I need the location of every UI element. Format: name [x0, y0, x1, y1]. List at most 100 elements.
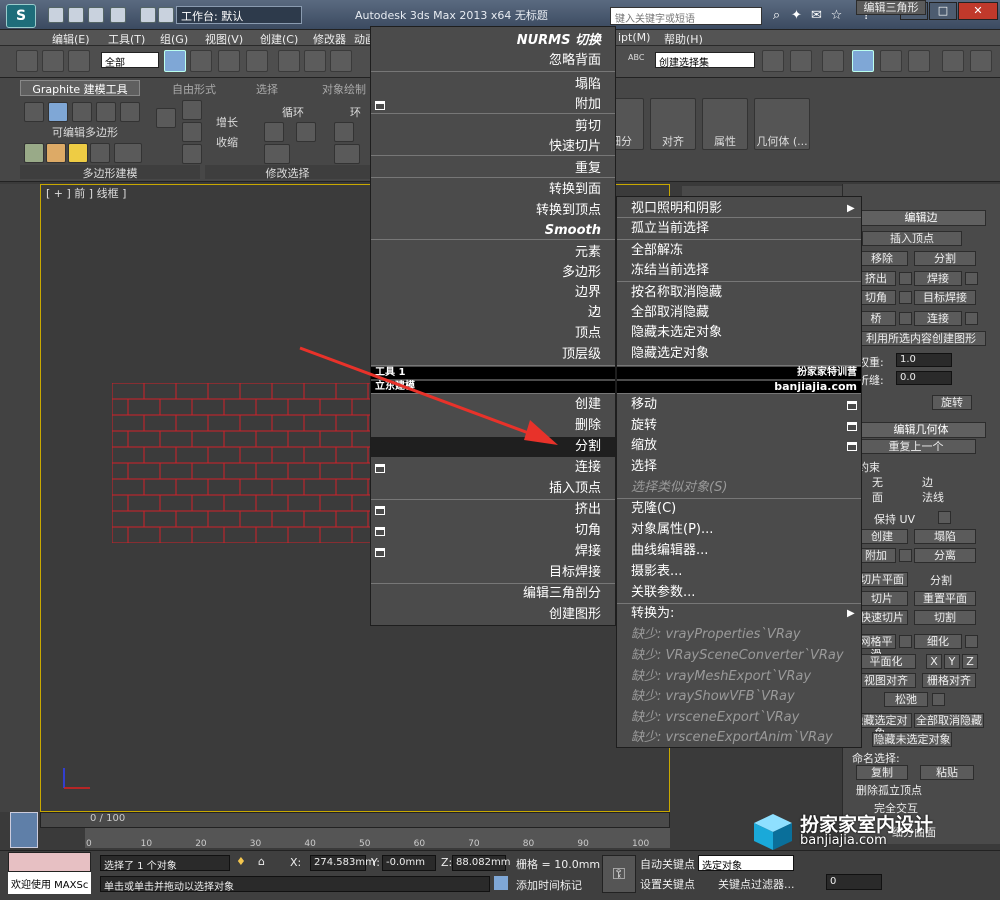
ribbon-small-icon[interactable] — [182, 100, 202, 120]
weight-input[interactable]: 1.0 — [896, 353, 952, 367]
weld-button[interactable]: 焊接 — [914, 271, 962, 286]
preserve-uv-settings-icon[interactable] — [938, 511, 951, 524]
quad-viewport-lighting[interactable]: 视口照明和阴影 — [617, 199, 861, 219]
stack-up-icon[interactable] — [24, 102, 44, 122]
save-icon[interactable] — [88, 7, 104, 23]
schematic-view-icon[interactable] — [908, 50, 930, 72]
unhide-all-button[interactable]: 全部取消隐藏 — [914, 713, 984, 728]
quad-quickslice-item[interactable]: 快速切片 — [371, 137, 615, 157]
menu-tools[interactable]: 工具(T) — [108, 31, 145, 47]
binoculars-icon[interactable]: ⌕ — [768, 7, 785, 24]
quad-scale-item[interactable]: 缩放 — [617, 436, 861, 456]
quad-missing-vrayshowvfb[interactable]: 缺少: vrayShowVFB`VRay — [617, 687, 861, 707]
edit-edges-rollout[interactable]: 编辑边 — [856, 210, 986, 226]
quad-rotate-item[interactable]: 旋转 — [617, 416, 861, 436]
lock-selection-icon[interactable]: ⌂ — [258, 855, 265, 868]
polygon-level-icon[interactable] — [90, 143, 110, 163]
quad-smooth-item[interactable]: Smooth — [371, 221, 615, 241]
render-setup-icon[interactable] — [970, 50, 992, 72]
material-editor-icon[interactable] — [942, 50, 964, 72]
quad-create-shape-item[interactable]: 创建图形 — [371, 605, 615, 625]
align-button[interactable]: 对齐 — [650, 98, 696, 150]
split-checkbox[interactable]: 分割 — [930, 572, 952, 588]
scale-icon[interactable] — [330, 50, 352, 72]
add-loop-icon[interactable] — [264, 122, 284, 142]
subscription-icon[interactable]: ✦ — [788, 7, 805, 24]
chamfer-button[interactable]: 切角 — [856, 290, 896, 305]
quad-edge-level[interactable]: 边 — [371, 303, 615, 323]
repeat-last-button[interactable]: 重复上一个 — [856, 439, 976, 454]
copy-button[interactable]: 复制 — [856, 765, 908, 780]
relax-button[interactable]: 松弛 — [884, 692, 928, 707]
loop-options-icon[interactable] — [264, 144, 290, 164]
quad-chamfer-item[interactable]: 切角 — [371, 521, 615, 541]
workspace-dropdown[interactable]: 工作台: 默认 — [176, 6, 302, 24]
set-key-button[interactable]: 设置关键点 — [640, 876, 695, 892]
target-weld-button[interactable]: 目标焊接 — [914, 290, 976, 305]
rect-selection-icon[interactable] — [218, 50, 240, 72]
create-shape-button[interactable]: 利用所选内容创建图形 — [856, 331, 986, 346]
communication-icon[interactable]: ✉ — [808, 7, 825, 24]
bridge-settings-icon[interactable] — [899, 312, 912, 325]
ribbon-small-icon[interactable] — [182, 144, 202, 164]
quad-hide-unselected[interactable]: 隐藏未选定对象 — [617, 323, 861, 343]
unlink-icon[interactable] — [42, 50, 64, 72]
element-level-icon[interactable] — [114, 143, 142, 163]
planarize-z-button[interactable]: Z — [962, 654, 978, 669]
quad-missing-vrsceneexportanim[interactable]: 缺少: vrsceneExportAnim`VRay — [617, 728, 861, 748]
chamfer-settings-icon[interactable] — [899, 291, 912, 304]
set-key-icon[interactable]: ⚿ — [602, 855, 636, 893]
ring-button[interactable]: 环 — [350, 104, 361, 120]
preserve-uv-checkbox[interactable]: 保持 UV — [874, 511, 915, 527]
z-coordinate[interactable]: 88.082mm — [452, 855, 510, 871]
move-icon[interactable] — [278, 50, 300, 72]
settings-box-icon[interactable] — [375, 548, 385, 557]
settings-box-icon[interactable] — [375, 527, 385, 536]
rotate-icon[interactable] — [304, 50, 326, 72]
quad-select-similar[interactable]: 选择类似对象(S) — [617, 478, 861, 498]
mirror-icon[interactable] — [762, 50, 784, 72]
app-logo-icon[interactable]: S — [6, 4, 36, 28]
add-time-tag[interactable]: 添加时间标记 — [516, 877, 582, 893]
attach-settings-icon[interactable] — [899, 549, 912, 562]
insert-vertex-button[interactable]: 插入顶点 — [862, 231, 962, 246]
paste-button[interactable]: 粘贴 — [920, 765, 974, 780]
shrink-button[interactable]: 收缩 — [216, 134, 238, 150]
curve-editor-icon[interactable] — [880, 50, 902, 72]
quad-border-level[interactable]: 边界 — [371, 283, 615, 303]
quad-polygon-level[interactable]: 多边形 — [371, 263, 615, 283]
constraint-none-radio[interactable]: 无 — [872, 474, 883, 490]
open-file-icon[interactable] — [68, 7, 84, 23]
bridge-button[interactable]: 桥 — [856, 311, 896, 326]
view-align-button[interactable]: 视图对齐 — [856, 673, 916, 688]
quad-clone-item[interactable]: 克隆(C) — [617, 499, 861, 519]
quad-convert-to-face[interactable]: 转换到面 — [371, 180, 615, 200]
crease-input[interactable]: 0.0 — [896, 371, 952, 385]
menu-group[interactable]: 组(G) — [160, 31, 188, 47]
quad-attach-item[interactable]: 附加 — [371, 95, 615, 115]
remove-button[interactable]: 移除 — [856, 251, 908, 266]
quad-target-weld-item[interactable]: 目标焊接 — [371, 563, 615, 583]
quad-move-item[interactable]: 移动 — [617, 395, 861, 415]
selection-filter-dropdown[interactable]: 全部 — [101, 52, 159, 69]
quad-missing-vraymeshexport[interactable]: 缺少: vrayMeshExport`VRay — [617, 667, 861, 687]
planarize-button[interactable]: 平面化 — [856, 654, 916, 669]
select-link-icon[interactable] — [16, 50, 38, 72]
meshsmooth-button[interactable]: 网格平滑 — [856, 634, 896, 661]
settings-box-icon[interactable] — [375, 101, 385, 110]
vertex-level-icon[interactable] — [24, 143, 44, 163]
preserve-uv-icon[interactable] — [72, 102, 92, 122]
relax-settings-icon[interactable] — [932, 693, 945, 706]
edit-triangulation-button[interactable]: 编辑三角形 — [856, 0, 926, 15]
settings-box-icon[interactable] — [847, 422, 857, 431]
add-ring-icon[interactable] — [334, 122, 354, 142]
viewport-label[interactable]: [ + ] 前 ] 线框 ] — [46, 185, 126, 201]
delete-isolated-checkbox[interactable]: 删除孤立顶点 — [856, 782, 922, 798]
maximize-button[interactable]: □ — [929, 2, 957, 20]
layer-manager-icon[interactable] — [822, 50, 844, 72]
remove-loop-icon[interactable] — [296, 122, 316, 142]
planarize-x-button[interactable]: X — [926, 654, 942, 669]
turn-button[interactable]: 旋转 — [932, 395, 972, 410]
menu-create[interactable]: 创建(C) — [260, 31, 298, 47]
reset-plane-button[interactable]: 重置平面 — [914, 591, 976, 606]
